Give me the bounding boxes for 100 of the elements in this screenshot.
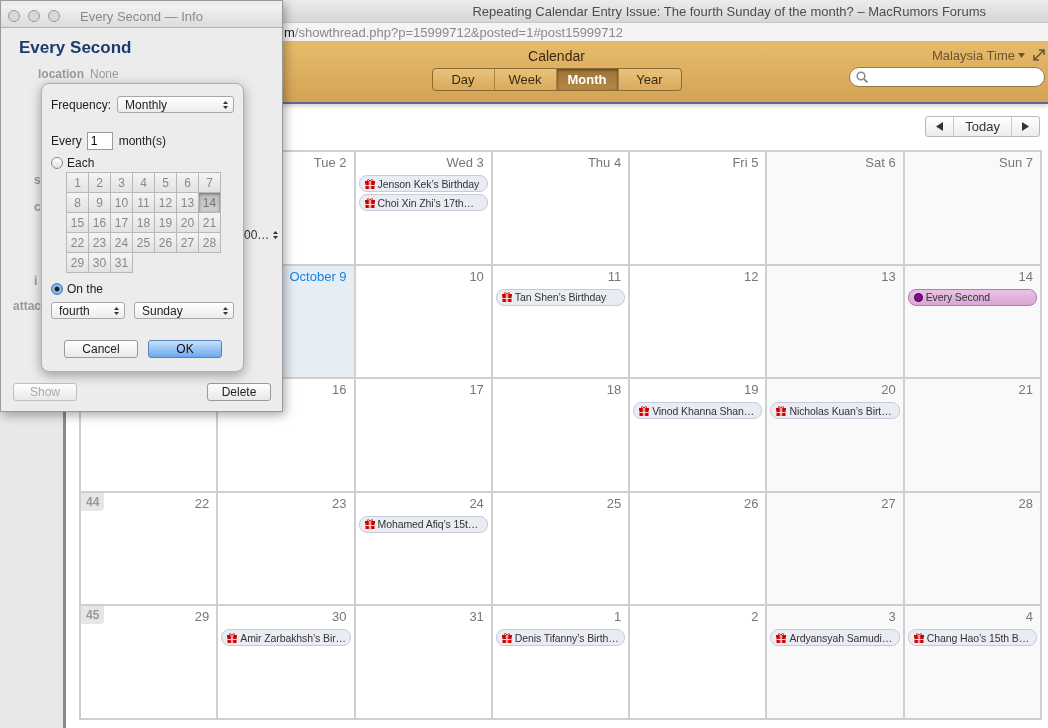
day-toggle[interactable]: 6: [177, 173, 199, 193]
day-number: 22: [194, 494, 211, 513]
day-toggle[interactable]: 26: [155, 233, 177, 253]
day-toggle[interactable]: 30: [89, 253, 111, 273]
day-toggle[interactable]: 9: [89, 193, 111, 213]
window-title: Repeating Calendar Entry Issue: The fourth Sunday of the month? – MacRumors Forums: [472, 3, 986, 19]
day-toggle[interactable]: 1: [67, 173, 89, 193]
event-pill[interactable]: Chang Hao’s 15th B…: [907, 629, 1037, 647]
day-toggle[interactable]: 14: [199, 193, 221, 213]
event-pill[interactable]: Mohamed Afiq’s 15t…: [358, 515, 488, 533]
event-title: Jenson Kek’s Birthday: [377, 177, 480, 190]
radio-button[interactable]: [51, 157, 63, 169]
event-pill[interactable]: Amir Zarbakhsh’s Bir…: [221, 629, 351, 647]
field-label: attac: [13, 299, 41, 313]
week-number: 45: [81, 606, 105, 625]
day-number: 29: [194, 608, 211, 627]
day-number: 25: [606, 494, 623, 513]
day-toggle[interactable]: 11: [133, 193, 155, 213]
event-pill[interactable]: Every Second: [907, 288, 1037, 306]
day-toggle[interactable]: 29: [67, 253, 89, 273]
day-number: Sat 6: [865, 154, 897, 172]
day-toggle[interactable]: 15: [67, 213, 89, 233]
day-toggle[interactable]: 24: [111, 233, 133, 253]
every-label: Every: [51, 134, 82, 148]
day-toggle[interactable]: 28: [199, 233, 221, 253]
search-icon: [856, 71, 868, 83]
day-toggle[interactable]: 22: [67, 233, 89, 253]
day-number: 27: [881, 494, 897, 513]
interval-field[interactable]: 1: [86, 132, 113, 150]
updown-arrows-icon: [113, 305, 120, 316]
day-toggle[interactable]: 16: [89, 213, 111, 233]
event-pill[interactable]: Tan Shen’s Birthday: [495, 288, 626, 306]
view-tab[interactable]: Day: [432, 69, 495, 90]
address-bar[interactable]: m/showthread.php?p=15999712&posted=1#post15999712: [283, 22, 1048, 42]
view-tab[interactable]: Week: [494, 69, 557, 90]
day-toggle[interactable]: 19: [155, 213, 177, 233]
gift-icon: [776, 632, 787, 643]
day-toggle[interactable]: 13: [177, 193, 199, 213]
dialog-button[interactable]: OK: [148, 340, 222, 358]
day-toggle[interactable]: 12: [155, 193, 177, 213]
event-pill[interactable]: Nicholas Kuan’s Birt…: [770, 402, 900, 420]
field-label: c: [34, 200, 41, 214]
gift-icon: [501, 292, 512, 303]
day-number: 10: [469, 267, 485, 286]
day-toggle[interactable]: 17: [111, 213, 133, 233]
radio-button[interactable]: [51, 283, 63, 295]
view-tab[interactable]: Year: [618, 69, 681, 90]
search-field[interactable]: [849, 67, 1045, 87]
event-title: Mohamed Afiq’s 15t…: [377, 518, 479, 531]
event-title: Nicholas Kuan’s Birt…: [789, 404, 892, 417]
event-title: Every Second: [925, 291, 990, 304]
day-number: 23: [332, 494, 348, 513]
day-toggle[interactable]: 27: [177, 233, 199, 253]
event-title: Amir Zarbakhsh’s Bir…: [240, 631, 346, 644]
event-pill[interactable]: Choi Xin Zhi’s 17th…: [358, 194, 488, 211]
day-number: 21: [1018, 381, 1034, 400]
dialog-button[interactable]: Delete: [207, 383, 271, 401]
event-pill[interactable]: Jenson Kek’s Birthday: [358, 175, 488, 192]
day-toggle[interactable]: 8: [67, 193, 89, 213]
stepper-icon: [272, 230, 280, 240]
dropdown[interactable]: Monthly: [117, 96, 235, 113]
dropdown[interactable]: Sunday: [134, 302, 234, 319]
day-number: 3: [888, 608, 897, 627]
event-pill[interactable]: Vinod Khanna Shan…: [633, 402, 763, 420]
radio-label[interactable]: On the: [67, 282, 104, 296]
day-toggle[interactable]: 18: [133, 213, 155, 233]
app-title: Calendar: [528, 48, 585, 64]
event-pill[interactable]: Denis Tifanny’s Birth…: [495, 629, 626, 647]
view-tab[interactable]: Month: [556, 69, 619, 90]
dialog-button[interactable]: Cancel: [64, 340, 138, 358]
window-controls-icon: [8, 10, 60, 22]
day-toggle[interactable]: 2: [89, 173, 111, 193]
event-title: Denis Tifanny’s Birth…: [514, 631, 619, 644]
day-toggle[interactable]: 25: [133, 233, 155, 253]
day-number: Thu 4: [587, 154, 623, 172]
event-pill[interactable]: Ardyansyah Samudi…: [770, 629, 900, 647]
gift-icon: [639, 405, 650, 416]
day-number: 30: [332, 608, 348, 627]
day-number: 19: [743, 381, 760, 400]
day-number: 26: [743, 494, 760, 513]
day-toggle[interactable]: 31: [111, 253, 133, 273]
day-number: 2: [751, 608, 760, 627]
timezone-menu[interactable]: Malaysia Time: [931, 48, 1025, 63]
event-title: Tan Shen’s Birthday: [514, 291, 607, 304]
dropdown[interactable]: fourth: [51, 302, 125, 319]
day-toggle[interactable]: 3: [111, 173, 133, 193]
day-toggle[interactable]: 21: [199, 213, 221, 233]
window-title: Every Second — Info: [80, 8, 203, 24]
event-title: Chang Hao’s 15th B…: [926, 631, 1030, 644]
radio-label[interactable]: Each: [67, 156, 95, 170]
day-toggle[interactable]: 23: [89, 233, 111, 253]
day-number: Fri 5: [732, 154, 760, 172]
day-number: Wed 3: [446, 154, 485, 172]
expand-icon: [1033, 48, 1045, 61]
day-toggle[interactable]: 20: [177, 213, 199, 233]
gift-icon: [501, 632, 512, 643]
day-toggle[interactable]: 5: [155, 173, 177, 193]
day-toggle[interactable]: 4: [133, 173, 155, 193]
day-toggle[interactable]: 10: [111, 193, 133, 213]
day-toggle[interactable]: 7: [199, 173, 221, 193]
